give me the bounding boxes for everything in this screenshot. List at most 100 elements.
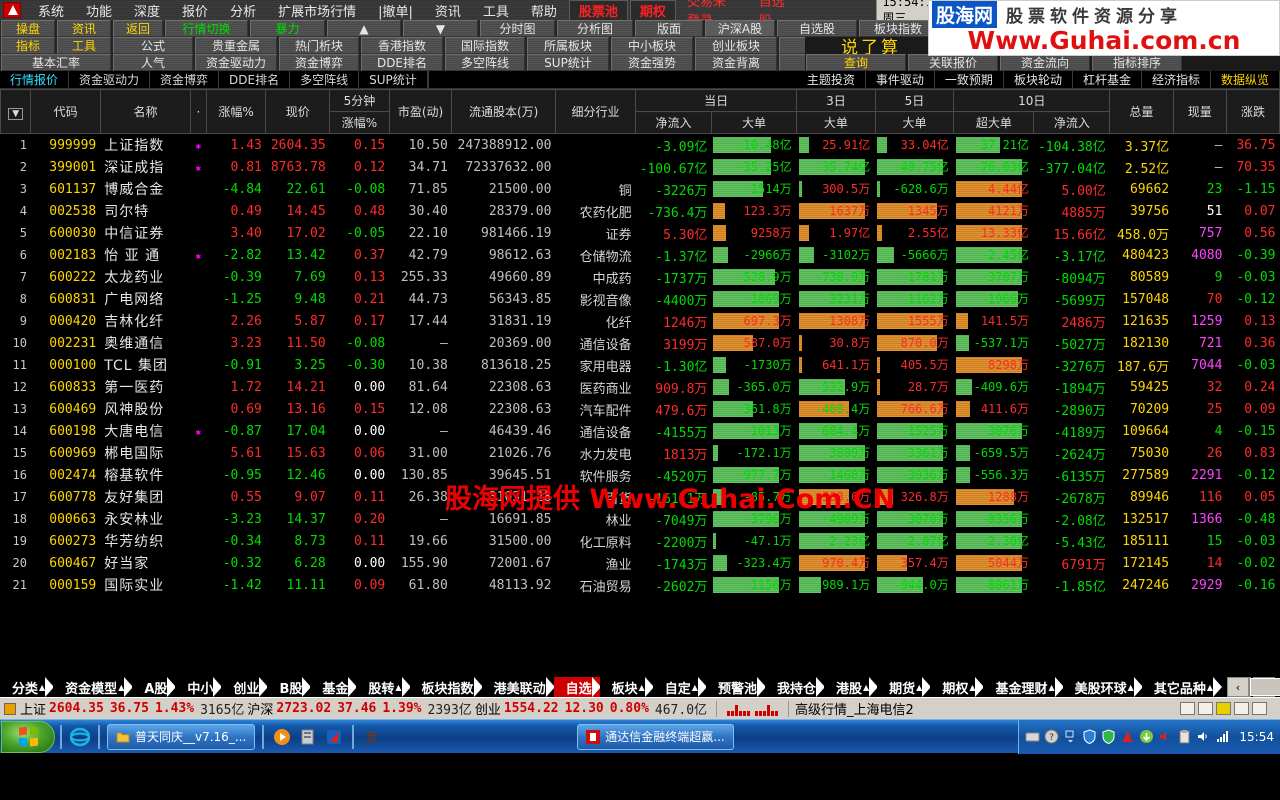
- tb-chuangye-bankuai[interactable]: 创业板块: [695, 37, 777, 54]
- menu-item-system[interactable]: 系统: [27, 0, 75, 21]
- antivirus-icon[interactable]: [1101, 729, 1116, 745]
- bottom-tab-15[interactable]: 港股 ▲: [823, 677, 879, 697]
- quote-table-container[interactable]: ▼ 代码 名称 · 涨幅% 现价 5分钟 市盈(动) 流通股本(万) 细分行业 …: [0, 89, 1280, 677]
- bottom-tab-10[interactable]: 自选: [553, 677, 601, 697]
- explorer-icon[interactable]: [295, 724, 321, 750]
- tb-renqi[interactable]: 人气: [113, 54, 193, 71]
- show-hidden-icons-icon[interactable]: [1063, 729, 1078, 744]
- keyboard-icon[interactable]: [1025, 729, 1040, 744]
- th-today-big[interactable]: 大单: [710, 111, 798, 134]
- table-row[interactable]: 4 002538 司尔特 0.49 14.45 0.48 30.40 28379.00 农药化肥…: [1, 200, 1280, 222]
- menu-item-options[interactable]: 期权: [629, 0, 676, 21]
- menu-item-extended-market[interactable]: 扩展市场行情: [267, 0, 367, 21]
- bottom-tab-20[interactable]: 其它品种 ▲: [1141, 677, 1223, 697]
- tb-zijin-qiangshi[interactable]: 资金强势: [611, 54, 693, 71]
- tb-down-arrow-icon[interactable]: ▼: [403, 20, 478, 37]
- start-button[interactable]: [1, 720, 55, 753]
- menu-item-help[interactable]: 帮助: [520, 0, 568, 21]
- table-row[interactable]: 20 600467 好当家 -0.32 6.28 0.00 155.90 72001.67 渔业…: [1, 552, 1280, 574]
- bottom-tab-11[interactable]: 板块 ▲: [599, 677, 654, 697]
- tb-gongju[interactable]: 工具: [57, 37, 111, 54]
- tb-duokong-zhenxian[interactable]: 多空阵线: [445, 54, 525, 71]
- app-brown-icon[interactable]: 走: [359, 724, 385, 750]
- bottom-tab-scroller[interactable]: ‹›: [1225, 677, 1280, 697]
- table-row[interactable]: 18 000663 永安林业 -3.23 14.37 0.20 – 16691.85 林业 -70…: [1, 508, 1280, 530]
- subtab-zijin-qudongli[interactable]: 资金驱动力: [69, 71, 151, 88]
- th-row-selector[interactable]: ▼: [0, 89, 32, 134]
- menu-item-tools[interactable]: 工具: [472, 0, 520, 21]
- status-server-name[interactable]: 高级行情_上海电信2: [795, 699, 914, 718]
- bottom-tab-18[interactable]: 基金理财 ▲: [983, 677, 1064, 697]
- bottom-tab-12[interactable]: 自定 ▲: [652, 677, 708, 697]
- th-change-pct[interactable]: 涨幅%: [205, 89, 267, 134]
- bottom-tab-8[interactable]: 板块指数: [409, 677, 483, 697]
- tb-guizhong-jinshu[interactable]: 贵重金属: [195, 37, 277, 54]
- menu-item-quote[interactable]: 报价: [171, 0, 219, 21]
- subtab-zhuti-touzi[interactable]: 主题投资: [797, 71, 866, 88]
- tb-gongshi[interactable]: 公式: [113, 37, 193, 54]
- help-icon[interactable]: ?: [1044, 729, 1059, 744]
- scroll-left-button[interactable]: ‹: [1227, 677, 1249, 697]
- table-row[interactable]: 13 600469 风神股份 0.69 13.16 0.15 12.08 22308.63 汽车…: [1, 398, 1280, 420]
- tb-suoshu-bankuai[interactable]: 所属板块: [527, 37, 609, 54]
- guhai-url[interactable]: Www.Guhai.com.cn: [929, 27, 1279, 55]
- table-row[interactable]: 12 600833 第一医药 1.72 14.21 0.00 81.64 22308.63 医药…: [1, 376, 1280, 398]
- table-row[interactable]: 17 600778 友好集团 0.55 9.07 0.11 26.38 31031.28 百货 -…: [1, 486, 1280, 508]
- tb-zixun[interactable]: 资讯: [57, 20, 111, 37]
- tb-zijin-beili[interactable]: 资金背离: [695, 54, 777, 71]
- th-3d-big[interactable]: 大单: [796, 111, 876, 134]
- volume-icon[interactable]: [1196, 729, 1211, 744]
- tb-zhongxiao-bankuai[interactable]: 中小板块: [611, 37, 693, 54]
- table-row[interactable]: 2 399001 深证成指 ✱ 0.81 8763.78 0.12 34.71 72337632…: [1, 156, 1280, 178]
- tb-husheng-a[interactable]: 沪深A股: [705, 20, 775, 37]
- tb-xianggang-zhishu[interactable]: 香港指数: [361, 37, 443, 54]
- subtab-yizhi-yuqi[interactable]: 一致预期: [935, 71, 1004, 88]
- th-current-volume[interactable]: 现量: [1172, 89, 1227, 134]
- menu-item-stock-pool[interactable]: 股票池: [568, 0, 628, 21]
- security-shield-icon[interactable]: [1082, 729, 1097, 745]
- update-icon[interactable]: [1139, 729, 1154, 744]
- bottom-tab-0[interactable]: 分类 ▲: [0, 677, 55, 697]
- subtab-sup-tongji[interactable]: SUP统计: [359, 71, 428, 88]
- table-row[interactable]: 15 600969 郴电国际 5.61 15.63 0.06 31.00 21026.76 水力…: [1, 442, 1280, 464]
- tb-sup-tongji[interactable]: SUP统计: [527, 54, 609, 71]
- bottom-tab-7[interactable]: 股转 ▲: [356, 677, 411, 697]
- tb-jiben-huilv[interactable]: 基本汇率: [1, 54, 111, 71]
- th-5min-bottom[interactable]: 涨幅%: [329, 111, 390, 134]
- subtab-shuju-zonglan[interactable]: 数据纵览: [1211, 71, 1280, 88]
- th-10d-super[interactable]: 超大单: [953, 111, 1035, 134]
- subtab-shijian-qudong[interactable]: 事件驱动: [866, 71, 935, 88]
- th-price[interactable]: 现价: [265, 89, 331, 134]
- bottom-tab-1[interactable]: 资金模型 ▲: [53, 677, 134, 697]
- tb-zhibiao[interactable]: 指标: [1, 37, 55, 54]
- tb-guoji-zhishu[interactable]: 国际指数: [445, 37, 525, 54]
- bottom-tab-16[interactable]: 期货 ▲: [877, 677, 932, 697]
- tb-banmian[interactable]: 版面: [635, 20, 703, 37]
- table-row[interactable]: 9 000420 吉林化纤 2.26 5.87 0.17 17.44 31831.19 化纤 12…: [1, 310, 1280, 332]
- tb-chaxun[interactable]: 查询: [806, 54, 906, 71]
- th-total-volume[interactable]: 总量: [1109, 89, 1174, 134]
- app-red-icon[interactable]: [321, 724, 347, 750]
- table-row[interactable]: 10 002231 奥维通信 3.23 11.50 -0.08 – 20369.00 通信设备 3…: [1, 332, 1280, 354]
- bottom-tab-13[interactable]: 预警池: [705, 677, 766, 697]
- tb-baoli[interactable]: 暴力: [250, 20, 325, 37]
- menu-item-depth[interactable]: 深度: [123, 0, 171, 21]
- media-player-icon[interactable]: [269, 724, 295, 750]
- menu-item-function[interactable]: 功能: [75, 0, 123, 21]
- bottom-tab-6[interactable]: 基金: [310, 677, 358, 697]
- table-row[interactable]: 11 000100 TCL 集团 -0.91 3.25 -0.30 10.38 813618.…: [1, 354, 1280, 376]
- menu-item-news[interactable]: 资讯: [424, 0, 472, 21]
- table-row[interactable]: 3 601137 博威合金 -4.84 22.61 -0.08 71.85 21500.00 铜…: [1, 178, 1280, 200]
- bottom-tab-2[interactable]: A股: [132, 677, 177, 697]
- chart-up-icon[interactable]: [1120, 729, 1135, 744]
- subtab-hangqing-baojia[interactable]: 行情报价: [0, 71, 70, 88]
- table-row[interactable]: 5 600030 中信证券 3.40 17.02 -0.05 22.10 981466.19 证…: [1, 222, 1280, 244]
- note-icon[interactable]: [1180, 702, 1195, 715]
- volume-red-icon[interactable]: [1158, 729, 1173, 744]
- table-row[interactable]: 8 600831 广电网络 -1.25 9.48 0.21 44.73 56343.85 影视音…: [1, 288, 1280, 310]
- tb-zijin-liuxiang[interactable]: 资金流向: [1000, 54, 1090, 71]
- scroll-track[interactable]: [1249, 677, 1280, 697]
- bottom-tab-5[interactable]: B股: [267, 677, 312, 697]
- menu-item-cancel-order[interactable]: |撤单|: [367, 0, 424, 21]
- th-float-shares[interactable]: 流通股本(万): [451, 89, 556, 134]
